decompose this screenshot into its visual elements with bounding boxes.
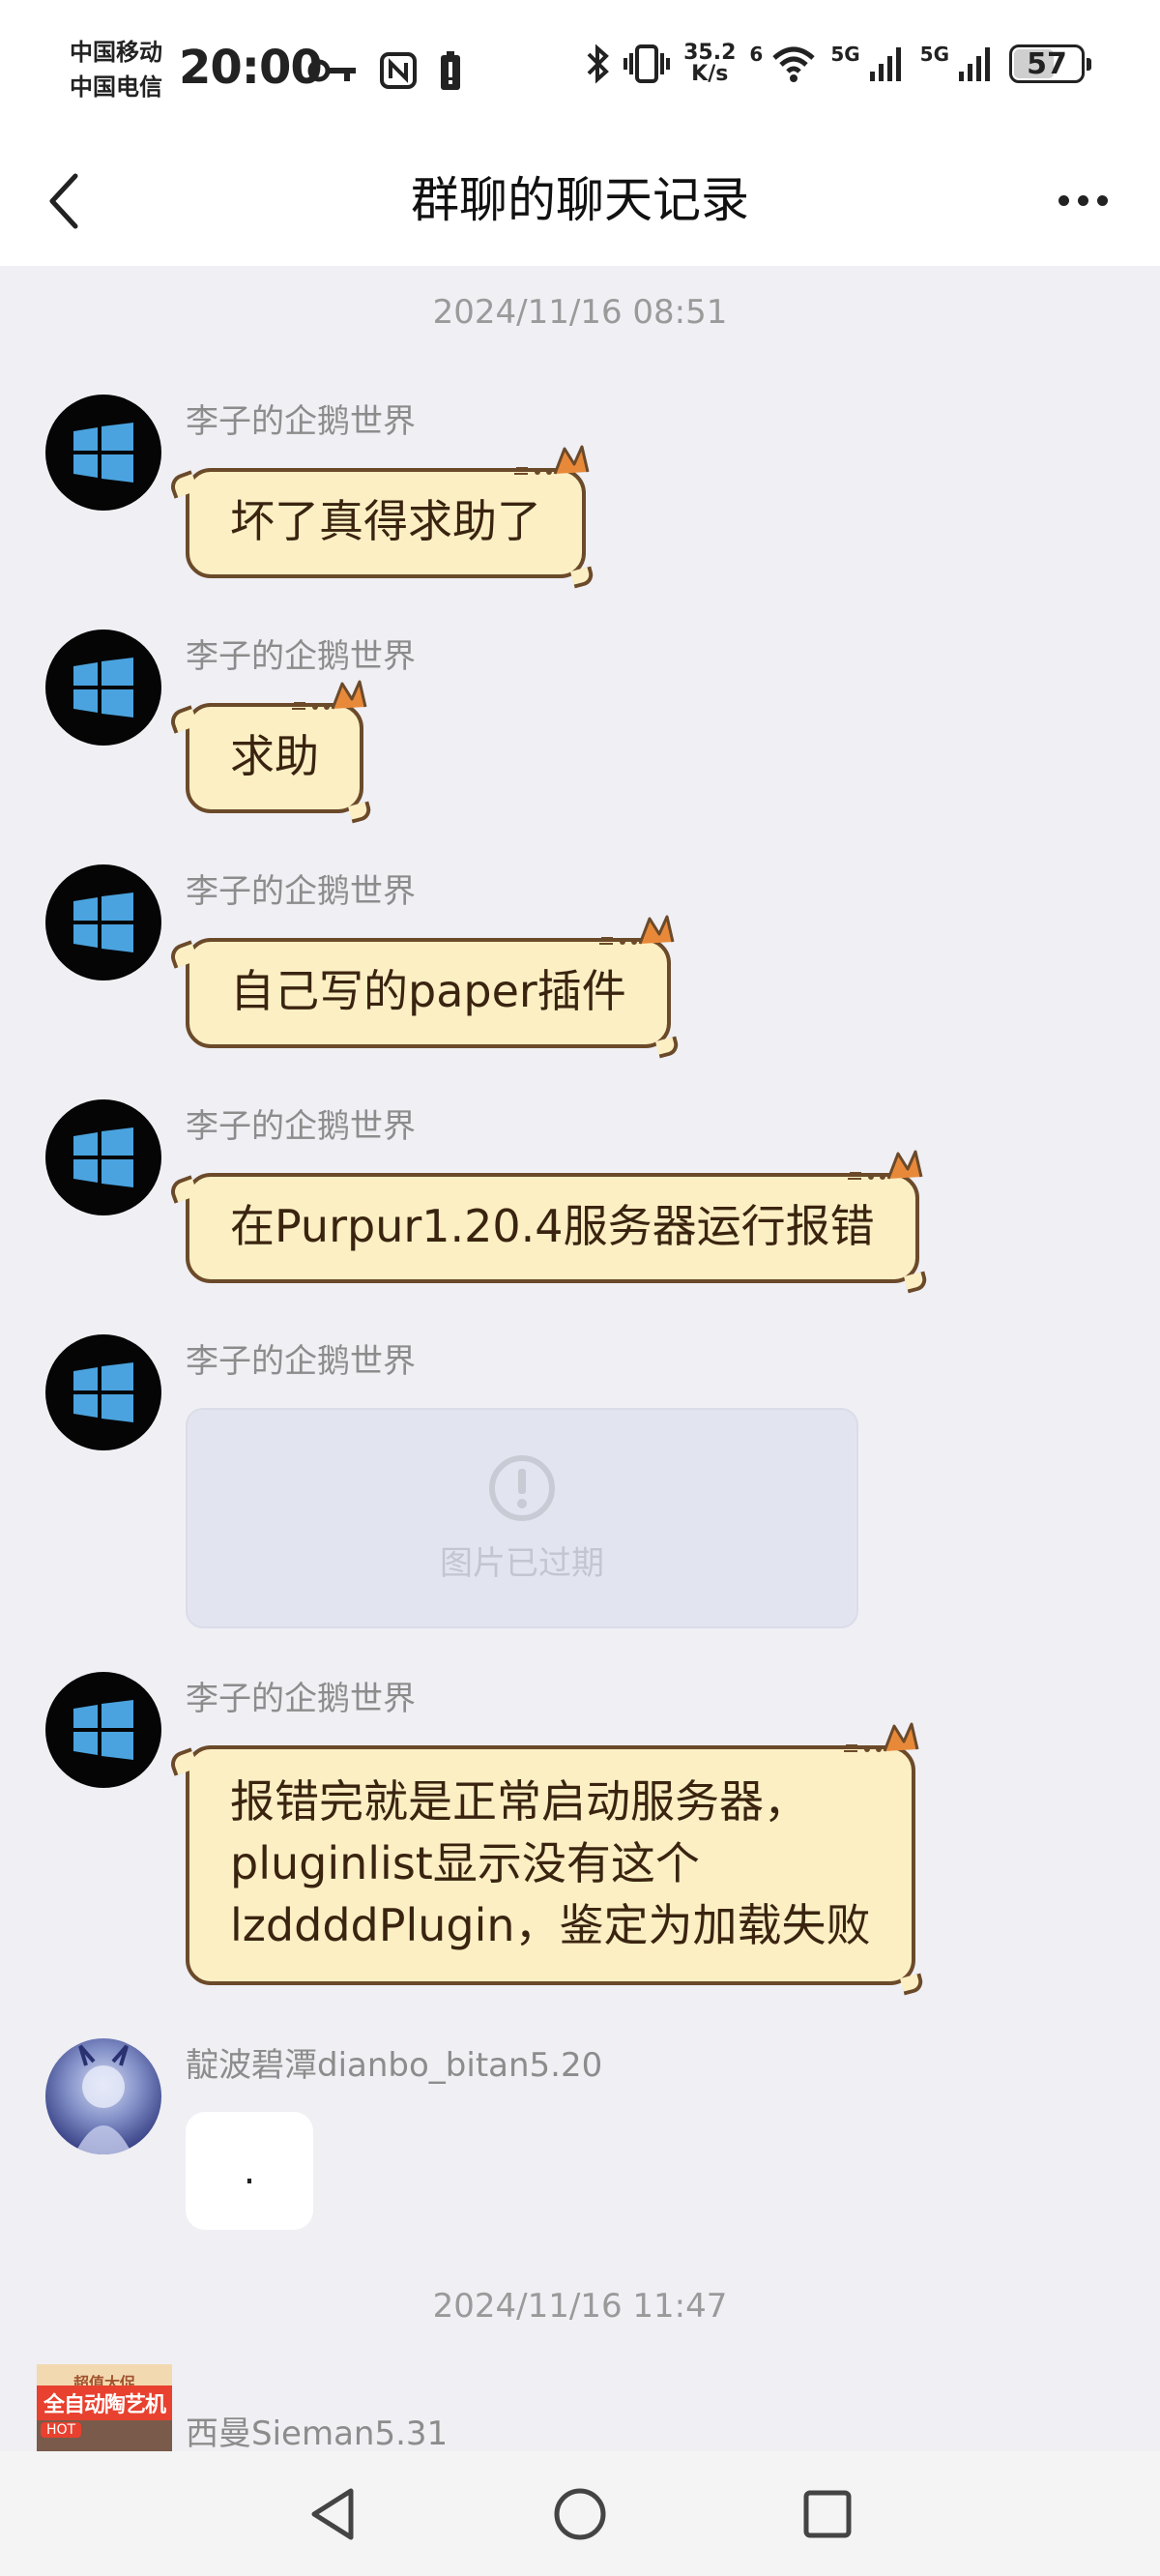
bubble-tail (903, 1271, 929, 1294)
bluetooth-icon (587, 44, 610, 84)
avatar-promo-main: 全自动陶艺机 (37, 2386, 172, 2420)
cat-ears-icon (292, 680, 367, 710)
bubble-tail (167, 470, 198, 499)
expired-image[interactable]: 图片已过期 (186, 1408, 858, 1628)
nav-back-button[interactable] (294, 2475, 371, 2553)
carrier-info: 中国移动 中国电信 (70, 35, 162, 104)
cat-ears-icon (598, 915, 675, 945)
message-text-line: pluginlist显示没有这个 (230, 1837, 700, 1889)
key-icon (307, 59, 356, 82)
square-recents-icon (803, 2490, 852, 2537)
battery-indicator: 57 (1009, 44, 1091, 83)
chat-header: 群聊的聊天记录 (0, 135, 1160, 266)
avatar[interactable] (45, 395, 161, 511)
sender-name: 李子的企鹅世界 (186, 637, 416, 676)
avatar[interactable] (45, 629, 161, 746)
message-bubble[interactable]: 求助 (167, 680, 373, 824)
windows-logo-icon (73, 658, 133, 717)
windows-logo-icon (73, 1700, 133, 1760)
bubble-tail (167, 1175, 198, 1204)
avatar[interactable] (45, 1672, 161, 1788)
sender-name: 靛波碧潭dianbo_bitan5.20 (186, 2046, 603, 2085)
sender-name: 李子的企鹅世界 (186, 402, 416, 441)
avatar[interactable] (45, 2038, 161, 2154)
message-text-line: lzddddPlugin，鉴定为加载失败 (230, 1899, 871, 1951)
timestamp: 2024/11/16 11:47 (432, 2287, 728, 2326)
windows-logo-icon (73, 893, 133, 952)
avatar[interactable]: 超值大促 全自动陶艺机 HOT (37, 2364, 172, 2451)
status-left-icons (307, 50, 462, 91)
carrier-2: 中国电信 (70, 73, 162, 101)
bubble-tail (167, 705, 198, 734)
message-text-line: 报错完就是正常启动服务器， (230, 1775, 808, 1828)
avatar[interactable] (45, 1334, 161, 1450)
timestamp: 2024/11/16 08:51 (432, 293, 728, 332)
nav-recents-button[interactable] (789, 2475, 866, 2553)
bubble-tail (167, 940, 198, 969)
bubble-tail (654, 1036, 681, 1059)
avatar-promo-main-text: 全自动陶艺机 (43, 2393, 166, 2417)
sender-name: 李子的企鹅世界 (186, 1107, 416, 1146)
expired-image-label: 图片已过期 (440, 1543, 604, 1583)
bubble-tail (570, 566, 595, 589)
sender-name: 西曼Sieman5.31 (186, 2415, 449, 2451)
nav-home-button[interactable] (541, 2475, 619, 2553)
clock: 20:00 (179, 41, 323, 95)
windows-logo-icon (73, 1362, 133, 1422)
sender-name: 李子的企鹅世界 (186, 872, 416, 911)
more-dot-icon (1077, 194, 1088, 206)
windows-logo-icon (73, 423, 133, 483)
more-button[interactable] (1044, 164, 1121, 236)
nfc-icon (380, 52, 417, 89)
carrier-1: 中国移动 (70, 39, 162, 66)
cat-ears-icon (843, 1722, 918, 1752)
signal-1-icon (869, 47, 901, 81)
cat-ears-icon (514, 445, 590, 475)
message-bubble[interactable]: 报错完就是正常启动服务器， pluginlist显示没有这个 lzddddPlu… (167, 1722, 925, 1996)
vibrate-icon (624, 44, 671, 83)
signal-2-label: 5G (919, 43, 949, 66)
message-text: . (243, 2149, 256, 2193)
battery-alert-icon (441, 51, 460, 90)
message-bubble[interactable]: 坏了真得求助了 (167, 445, 595, 589)
avatar[interactable] (45, 1099, 161, 1215)
system-nav-bar (0, 2451, 1160, 2576)
avatar[interactable] (45, 864, 161, 981)
triangle-back-icon (311, 2488, 354, 2539)
message-text: 坏了真得求助了 (230, 495, 541, 547)
bubble-tail (167, 1747, 198, 1776)
status-right-icons: 35.2 K/s 6 5G 5G 57 (585, 43, 1091, 85)
page-title: 群聊的聊天记录 (411, 172, 749, 228)
message-text: 在Purpur1.20.4服务器运行报错 (230, 1200, 875, 1252)
alert-circle-icon (489, 1454, 555, 1521)
signal-1-label: 5G (830, 43, 860, 66)
more-dot-icon (1058, 194, 1069, 206)
message-bubble[interactable]: 自己写的paper插件 (167, 915, 681, 1059)
wifi-label: 6 (749, 43, 764, 66)
avatar-promo-badge: HOT (41, 2422, 82, 2438)
message-text: 求助 (230, 730, 319, 782)
message-bubble[interactable]: 在Purpur1.20.4服务器运行报错 (167, 1150, 929, 1294)
wifi-icon (772, 46, 815, 82)
circle-home-icon (554, 2488, 606, 2539)
status-bar: 中国移动 中国电信 20:00 35.2 K/s 6 5G 5G 57 (0, 0, 1160, 135)
signal-2-icon (959, 47, 990, 81)
sender-name: 李子的企鹅世界 (186, 1680, 416, 1718)
more-dot-icon (1096, 194, 1108, 206)
network-speed-unit: K/s (691, 62, 729, 86)
chat-history[interactable]: 2024/11/16 08:51 李子的企鹅世界 坏了真得求助了 李子的企鹅世界… (0, 266, 1160, 2451)
battery-level: 57 (1027, 46, 1067, 81)
message-text: 自己写的paper插件 (230, 965, 626, 1017)
bubble-tail (348, 801, 373, 824)
windows-logo-icon (73, 1127, 133, 1187)
bubble-tail (899, 1973, 925, 1996)
sender-name: 李子的企鹅世界 (186, 1342, 416, 1381)
network-speed: 35.2 K/s (683, 43, 736, 85)
anime-character-avatar-icon (74, 2044, 132, 2154)
network-speed-value: 35.2 (683, 41, 737, 65)
cat-ears-icon (847, 1150, 923, 1180)
message-bubble[interactable]: . (186, 2112, 313, 2230)
